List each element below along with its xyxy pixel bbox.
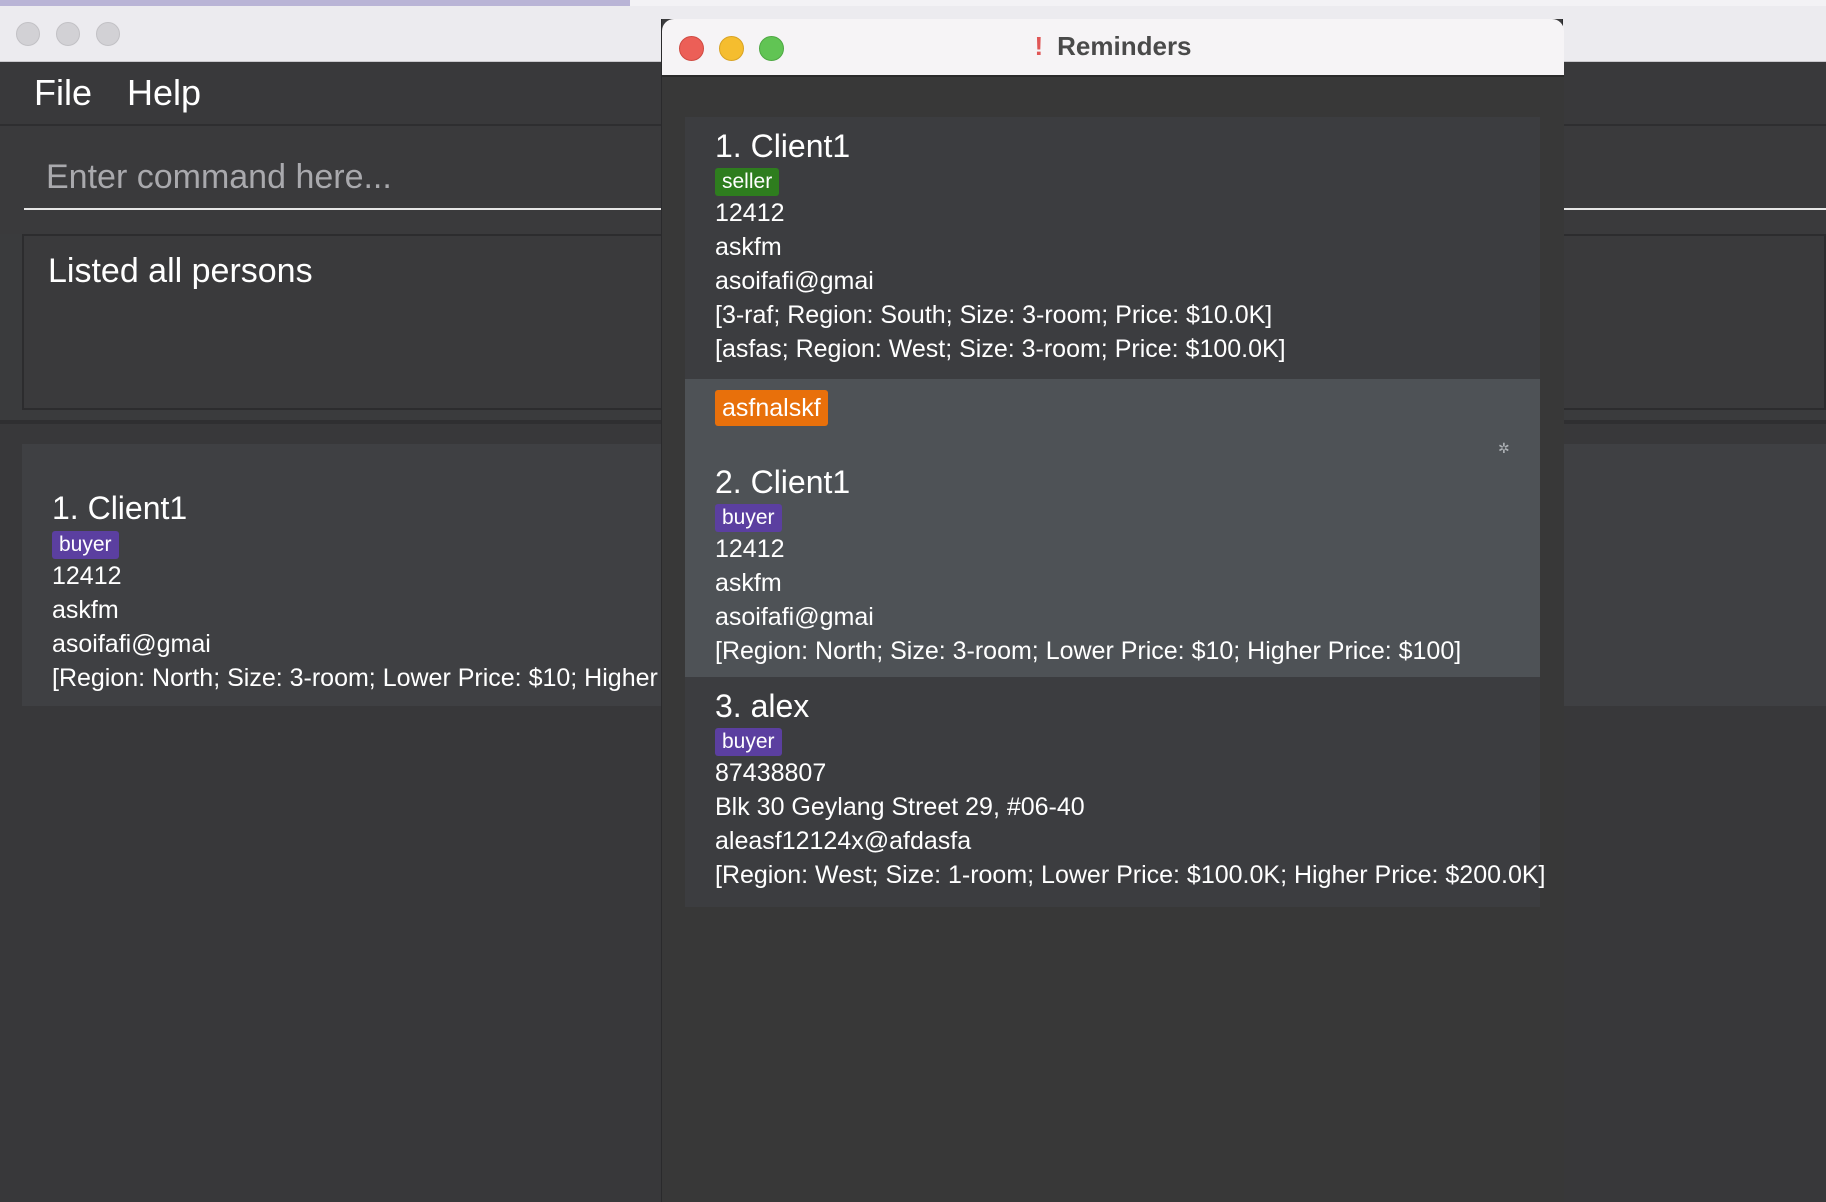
reminders-title: ! Reminders <box>662 31 1564 62</box>
reminders-window: ! Reminders 1. Client1 seller 12412 askfm… <box>661 19 1564 1202</box>
person-email: aleasf12124x@afdasfa <box>715 827 972 855</box>
pin-icon[interactable]: ✲ <box>1498 441 1512 455</box>
person-address: Blk 30 Geylang Street 29, #06-40 <box>715 793 1085 821</box>
preference-line: [Region: West; Size: 1-room; Lower Price… <box>715 861 1546 889</box>
tag-seller: seller <box>715 168 780 196</box>
preference-line: [Region: North; Size: 3-room; Lower Pric… <box>715 637 1462 665</box>
property-line: [3-raf; Region: South; Size: 3-room; Pri… <box>715 301 1273 329</box>
reminder-card-1[interactable]: 1. Client1 seller 12412 askfm asoifafi@g… <box>685 117 1540 379</box>
person-phone: 87438807 <box>715 759 827 787</box>
person-address: askfm <box>52 596 119 624</box>
person-phone: 12412 <box>715 199 785 227</box>
menu-help[interactable]: Help <box>127 72 201 114</box>
minimize-button[interactable] <box>56 22 80 46</box>
close-button[interactable] <box>16 22 40 46</box>
exclamation-icon: ! <box>1034 31 1044 61</box>
reminders-list: 1. Client1 seller 12412 askfm asoifafi@g… <box>662 77 1564 1202</box>
person-phone: 12412 <box>52 562 122 590</box>
person-name: 1. Client1 <box>715 128 851 164</box>
person-name: 2. Client1 <box>715 464 851 500</box>
reminders-title-text: Reminders <box>1057 31 1192 61</box>
person-email: asoifafi@gmai <box>52 630 211 658</box>
reminder-card-2[interactable]: asfnalskf ✲ 2. Client1 buyer 12412 askfm… <box>685 379 1540 677</box>
result-text: Listed all persons <box>48 252 313 290</box>
person-email: asoifafi@gmai <box>715 267 874 295</box>
person-address: askfm <box>715 233 782 261</box>
tag-buyer: buyer <box>715 504 782 532</box>
tag-buyer: buyer <box>52 531 119 559</box>
person-phone: 12412 <box>715 535 785 563</box>
reminder-tag: asfnalskf <box>715 390 828 426</box>
menu-file[interactable]: File <box>34 72 92 114</box>
zoom-button[interactable] <box>96 22 120 46</box>
person-email: asoifafi@gmai <box>715 603 874 631</box>
reminders-titlebar: ! Reminders <box>662 19 1564 77</box>
command-placeholder: Enter command here... <box>46 158 392 196</box>
title-strip-right <box>630 0 1826 6</box>
person-preference: [Region: North; Size: 3-room; Lower Pric… <box>52 664 690 692</box>
title-strip <box>0 0 630 6</box>
person-name: 3. alex <box>715 688 810 724</box>
tag-buyer: buyer <box>715 728 782 756</box>
property-line: [asfas; Region: West; Size: 3-room; Pric… <box>715 335 1286 363</box>
person-name: 1. Client1 <box>52 490 188 526</box>
reminder-card-3[interactable]: 3. alex buyer 87438807 Blk 30 Geylang St… <box>685 677 1546 907</box>
person-address: askfm <box>715 569 782 597</box>
